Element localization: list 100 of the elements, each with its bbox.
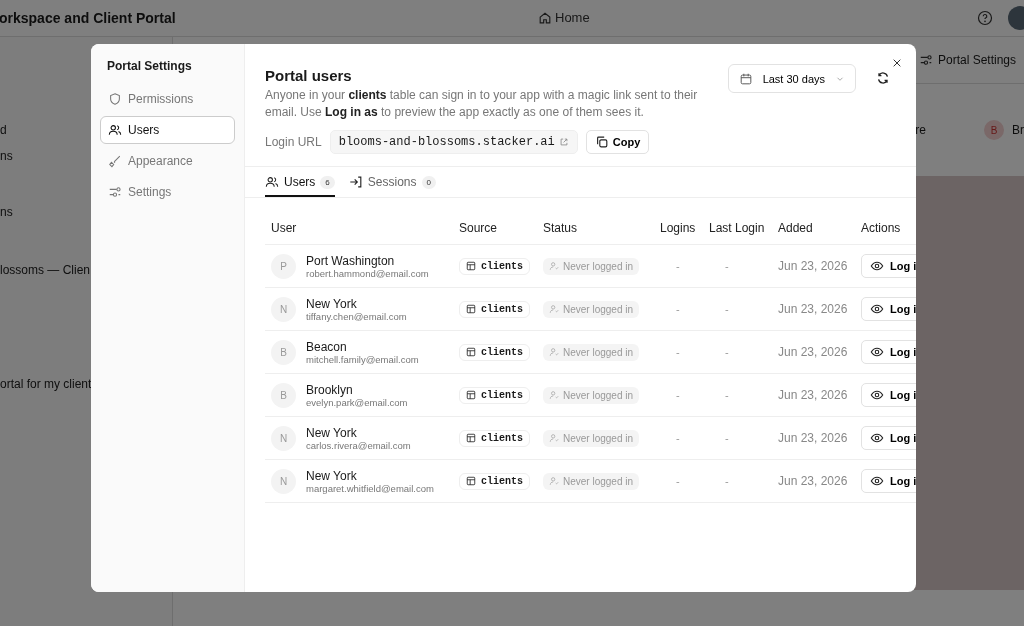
table-cell-text: - (675, 432, 681, 444)
status-badge: Never logged in (543, 300, 640, 318)
app-title: orkspace and Client Portal (0, 10, 176, 26)
user-initial-avatar: P (271, 253, 296, 279)
table-cell-text: - (724, 303, 730, 315)
users-icon (265, 175, 279, 189)
log-in-as-button[interactable]: Log i (861, 383, 916, 407)
log-in-as-button[interactable]: Log i (861, 426, 916, 450)
table-icon (466, 476, 476, 486)
user-email: tiffany.chen@email.com (306, 310, 407, 322)
calendar-icon (738, 71, 753, 86)
table-cell-text: - (724, 432, 730, 444)
column-header: Last Login (709, 221, 766, 235)
nav-item[interactable]: Users (100, 116, 235, 144)
user-name: Br (1012, 123, 1024, 137)
portal-settings-button[interactable]: Portal Settings (918, 53, 1016, 67)
tab-count: 0 (421, 175, 436, 189)
table-icon (466, 433, 476, 443)
user-initial-avatar: B (271, 382, 296, 408)
shield-icon (108, 92, 122, 106)
table-cell-text: - (675, 260, 681, 272)
user-icon (549, 304, 559, 314)
table-cell-text: - (675, 346, 681, 358)
description-text: Anyone in your clients table can sign in to your app with a magic link sent to their email. Use Log in as to preview the app exactly as one of them sees it. (265, 87, 699, 121)
user-email: evelyn.park@email.com (306, 396, 408, 408)
user-icon (549, 347, 559, 357)
column-header: User (270, 221, 298, 235)
column-header: Status (543, 221, 579, 235)
sidebar-item[interactable]: ortal for my client (0, 377, 92, 391)
user-name: Beacon (306, 339, 348, 354)
user-name: New York (306, 468, 358, 483)
source-tag: clients (459, 386, 530, 404)
source-tag: clients (459, 343, 530, 361)
log-in-as-button[interactable]: Log i (861, 340, 916, 364)
date-range-dropdown[interactable]: Last 30 days (727, 64, 856, 93)
dialog-nav-title: Portal Settings (106, 59, 193, 73)
log-in-as-button[interactable]: Log i (861, 469, 916, 493)
table-icon (466, 304, 476, 314)
table-cell-text: Jun 23, 2026 (778, 345, 849, 359)
copy-button[interactable]: Copy (585, 130, 650, 154)
table-cell-text: Jun 23, 2026 (778, 474, 849, 488)
copy-icon (594, 135, 609, 149)
table-icon (466, 261, 476, 271)
dialog-title: Portal users (265, 67, 353, 84)
table-cell-text: Jun 23, 2026 (778, 302, 849, 316)
column-header: Added (778, 221, 814, 235)
table-cell-text: - (724, 475, 730, 487)
source-tag: clients (459, 257, 530, 275)
sidebar-item[interactable]: ns (0, 205, 13, 219)
user-email: robert.hammond@email.com (306, 267, 429, 279)
brush-icon (108, 154, 122, 168)
table-cell-text: Jun 23, 2026 (778, 388, 849, 402)
user-email: carlos.rivera@email.com (306, 439, 411, 451)
nav-item[interactable]: Permissions (100, 85, 235, 113)
status-badge: Never logged in (543, 343, 640, 361)
source-tag: clients (459, 429, 530, 447)
table-icon (466, 347, 476, 357)
user-initial-avatar: N (271, 425, 296, 451)
sidebar-item[interactable]: lossoms — Clien (0, 263, 91, 277)
close-icon[interactable] (892, 58, 902, 68)
status-badge: Never logged in (543, 257, 640, 275)
help-icon[interactable] (977, 10, 993, 26)
user-initial-avatar: N (271, 296, 296, 322)
table-cell-text: - (724, 389, 730, 401)
sidebar-item[interactable]: ns (0, 149, 13, 163)
user-icon (549, 390, 559, 400)
home-icon (538, 10, 552, 25)
tab-count: 6 (320, 175, 335, 189)
status-badge: Never logged in (543, 386, 640, 404)
tab[interactable]: Sessions 0 (348, 167, 436, 197)
filter-dropdown[interactable]: re (915, 123, 926, 137)
nav-item[interactable]: Appearance (100, 147, 235, 175)
column-header: Actions (861, 221, 902, 235)
column-header: Logins (660, 221, 697, 235)
external-link-icon (558, 137, 569, 147)
eye-icon (870, 302, 884, 316)
sidebar-item[interactable]: d (0, 123, 7, 137)
column-header: Source (459, 221, 499, 235)
nav-item[interactable]: Settings (100, 178, 235, 206)
user-name: New York (306, 296, 358, 311)
log-in-as-button[interactable]: Log i (861, 254, 916, 278)
home-link[interactable]: Home (538, 10, 590, 25)
log-in-as-button[interactable]: Log i (861, 297, 916, 321)
table-cell-text: - (724, 346, 730, 358)
source-tag: clients (459, 472, 530, 490)
refresh-icon[interactable] (876, 71, 890, 85)
table-cell-text: - (675, 389, 681, 401)
user-email: mitchell.family@email.com (306, 353, 419, 365)
eye-icon (870, 259, 884, 273)
users-icon (108, 123, 122, 137)
table-icon (466, 390, 476, 400)
login-url-link[interactable]: blooms-and-blossoms.stacker.ai (329, 130, 578, 154)
table-cell-text: - (675, 303, 681, 315)
status-badge: Never logged in (543, 472, 640, 490)
tab[interactable]: Users 6 (265, 167, 335, 197)
user-icon (549, 476, 559, 486)
login-url-label: Login URL (265, 135, 322, 149)
user-name: New York (306, 425, 358, 440)
user-icon (549, 261, 559, 271)
eye-icon (870, 388, 884, 402)
